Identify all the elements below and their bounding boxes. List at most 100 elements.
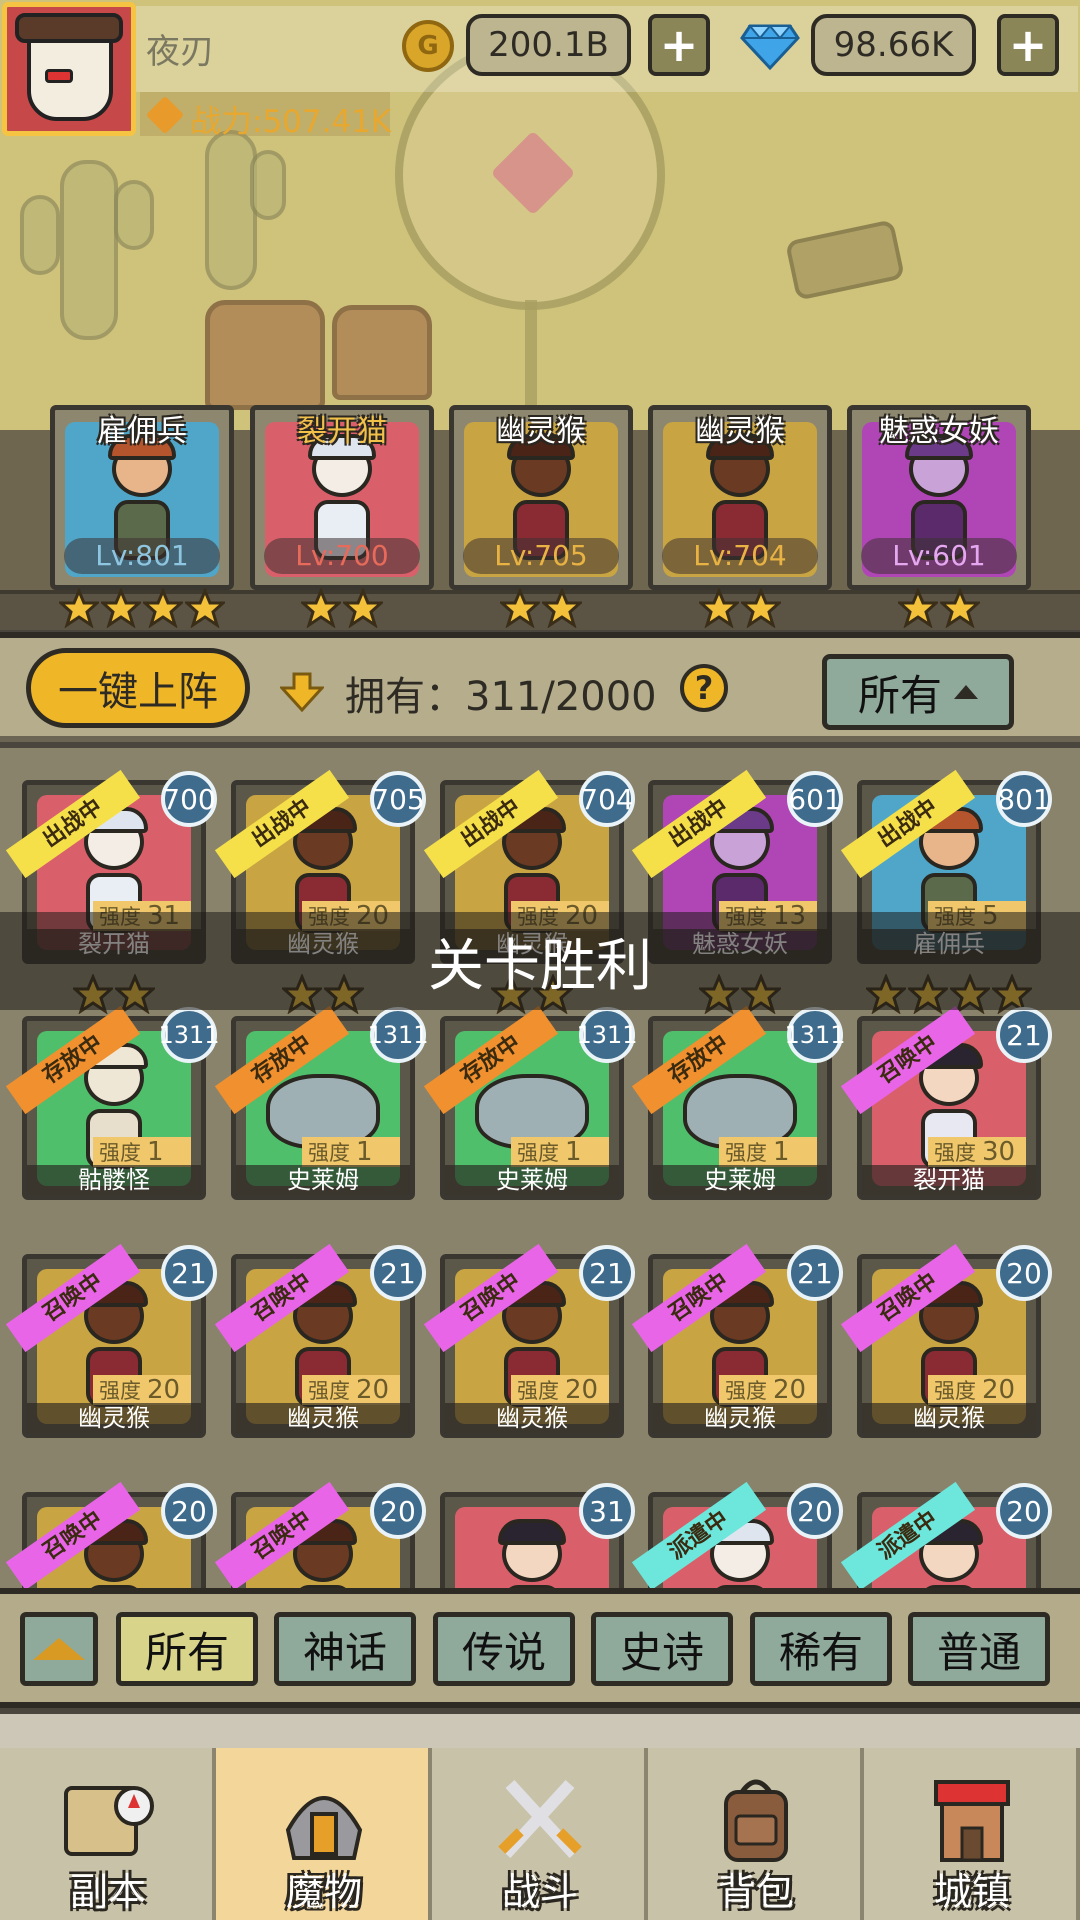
- cactus-decoration: [60, 160, 118, 340]
- monster-card[interactable]: 存放中 1311 强度 1 史莱姆: [423, 1005, 638, 1200]
- monster-card[interactable]: 派遣中 20: [840, 1481, 1052, 1590]
- nav-tab-2[interactable]: 战斗: [432, 1748, 648, 1920]
- monster-card[interactable]: 存放中 1311 强度 1 史莱姆: [214, 1005, 429, 1200]
- monster-card[interactable]: 召唤中 20 强度 20 幽灵猴: [840, 1243, 1052, 1438]
- strength-tag: 强度20: [302, 1375, 400, 1405]
- monster-card[interactable]: 召唤中 21 强度 20 幽灵猴: [5, 1243, 217, 1438]
- player-avatar[interactable]: [2, 2, 136, 136]
- team-slot-stars: [50, 588, 234, 628]
- rarity-tab-0[interactable]: 所有: [116, 1612, 258, 1686]
- rarity-tab-5[interactable]: 普通: [908, 1612, 1050, 1686]
- monster-name: 幽灵猴: [862, 1403, 1036, 1433]
- strength-tag: 强度 30: [928, 1137, 1026, 1167]
- player-name: 夜刃: [146, 32, 214, 72]
- rarity-tab-4[interactable]: 稀有: [750, 1612, 892, 1686]
- strength-label: 强度: [934, 1141, 976, 1165]
- monster-card[interactable]: 召唤中 21 强度 30 裂开猫: [840, 1005, 1052, 1200]
- cactus-decoration: [205, 130, 257, 290]
- strength-label: 强度: [934, 1379, 976, 1403]
- team-slot-level: Lv:601: [861, 538, 1017, 574]
- level-badge: 31: [579, 1483, 635, 1539]
- combat-power: 战力:507.41K: [190, 104, 392, 140]
- nav-tab-1[interactable]: 魔物: [216, 1748, 432, 1920]
- strength-tag: 强度 1: [719, 1137, 817, 1167]
- monster-card[interactable]: 召唤中 20: [5, 1481, 217, 1590]
- strength-label: 强度: [725, 1141, 767, 1165]
- monster-card[interactable]: 召唤中 21 强度 20 幽灵猴: [214, 1243, 426, 1438]
- nav-tab-label: 战斗: [501, 1870, 578, 1914]
- strength-tag: 强度20: [511, 1375, 609, 1405]
- team-slot-name: 魅惑女妖: [879, 414, 999, 449]
- sort-down-arrow-icon[interactable]: [280, 672, 324, 712]
- strength-value: 20: [982, 1375, 1016, 1405]
- star-icon: [500, 588, 540, 628]
- team-slot-name: 裂开猫: [297, 414, 387, 449]
- monster-card[interactable]: 召唤中 21 强度 20 幽灵猴: [423, 1243, 635, 1438]
- nav-tab-0[interactable]: 副本: [0, 1748, 216, 1920]
- strength-tag: 强度 1: [93, 1137, 191, 1167]
- treasure-chest-icon[interactable]: [784, 219, 906, 301]
- monster-card[interactable]: 召唤中 21 强度 20 幽灵猴: [631, 1243, 843, 1438]
- team-slot-name: 幽灵猴: [695, 414, 785, 449]
- gold-coin-icon: G: [402, 20, 454, 72]
- level-badge: 21: [996, 1007, 1052, 1063]
- strength-tag: 强度20: [928, 1375, 1026, 1405]
- team-slot-stars: [449, 588, 633, 628]
- monster-card[interactable]: 存放中 1311 强度 1 骷髅怪: [5, 1005, 220, 1200]
- level-badge: 705: [370, 771, 426, 827]
- monster-card[interactable]: 派遣中 20: [631, 1481, 843, 1590]
- team-slot-stars: [847, 588, 1031, 628]
- star-icon: [699, 588, 739, 628]
- strength-label: 强度: [99, 1379, 141, 1403]
- nav-tab-label: 副本: [69, 1870, 146, 1914]
- rarity-tab-3[interactable]: 史诗: [591, 1612, 733, 1686]
- strength-label: 强度: [308, 1141, 350, 1165]
- level-badge: 21: [370, 1245, 426, 1301]
- strength-value: 20: [773, 1375, 807, 1405]
- team-slot-level: Lv:705: [463, 538, 619, 574]
- monster-card[interactable]: 召唤中 20: [214, 1481, 426, 1590]
- strength-value: 1: [147, 1137, 164, 1167]
- strength-value: 1: [773, 1137, 790, 1167]
- team-slot-name: 雇佣兵: [97, 414, 187, 449]
- backpack-icon: [724, 1779, 788, 1862]
- star-icon: [185, 588, 225, 628]
- avatar-hat: [15, 13, 123, 43]
- strength-value: 30: [982, 1137, 1016, 1167]
- strength-tag: 强度20: [719, 1375, 817, 1405]
- avatar-eye: [45, 69, 73, 83]
- cactus-decoration: [20, 195, 60, 275]
- monster-card[interactable]: 31: [440, 1483, 635, 1590]
- level-badge: 801: [996, 771, 1052, 827]
- level-badge: 1311: [158, 1007, 220, 1063]
- team-slot-level: Lv:801: [64, 538, 220, 574]
- team-slot-level: Lv:700: [264, 538, 420, 574]
- auto-deploy-button[interactable]: 一键上阵: [26, 648, 250, 728]
- team-slot-stars: [250, 588, 434, 628]
- monster-name: 幽灵猴: [445, 1403, 619, 1433]
- nav-tab-3[interactable]: 背包: [648, 1748, 864, 1920]
- team-slot-stars: [648, 588, 832, 628]
- strength-label: 强度: [517, 1141, 559, 1165]
- help-icon[interactable]: ?: [680, 664, 728, 712]
- star-icon: [301, 588, 341, 628]
- level-badge: 1311: [367, 1007, 429, 1063]
- nav-tab-label: 魔物: [285, 1870, 362, 1914]
- add-gems-button[interactable]: +: [997, 14, 1059, 76]
- rarity-tab-2[interactable]: 传说: [433, 1612, 575, 1686]
- monster-card[interactable]: 存放中 1311 强度 1 史莱姆: [631, 1005, 846, 1200]
- strength-tag: 强度20: [93, 1375, 191, 1405]
- rock-decoration: [205, 300, 325, 410]
- rarity-tab-1[interactable]: 神话: [274, 1612, 416, 1686]
- rock-decoration: [332, 305, 432, 400]
- team-slot-level: Lv:704: [662, 538, 818, 574]
- star-icon: [542, 588, 582, 628]
- filter-dropdown[interactable]: 所有: [822, 654, 1014, 730]
- monster-name: 幽灵猴: [653, 1403, 827, 1433]
- nav-tab-4[interactable]: 城镇: [864, 1748, 1080, 1920]
- hero-hair: [498, 1519, 566, 1546]
- nav-tab-label: 城镇: [933, 1870, 1010, 1914]
- collapse-button[interactable]: [20, 1612, 98, 1686]
- owned-count: 拥有：311/2000: [345, 674, 657, 720]
- add-coins-button[interactable]: +: [648, 14, 710, 76]
